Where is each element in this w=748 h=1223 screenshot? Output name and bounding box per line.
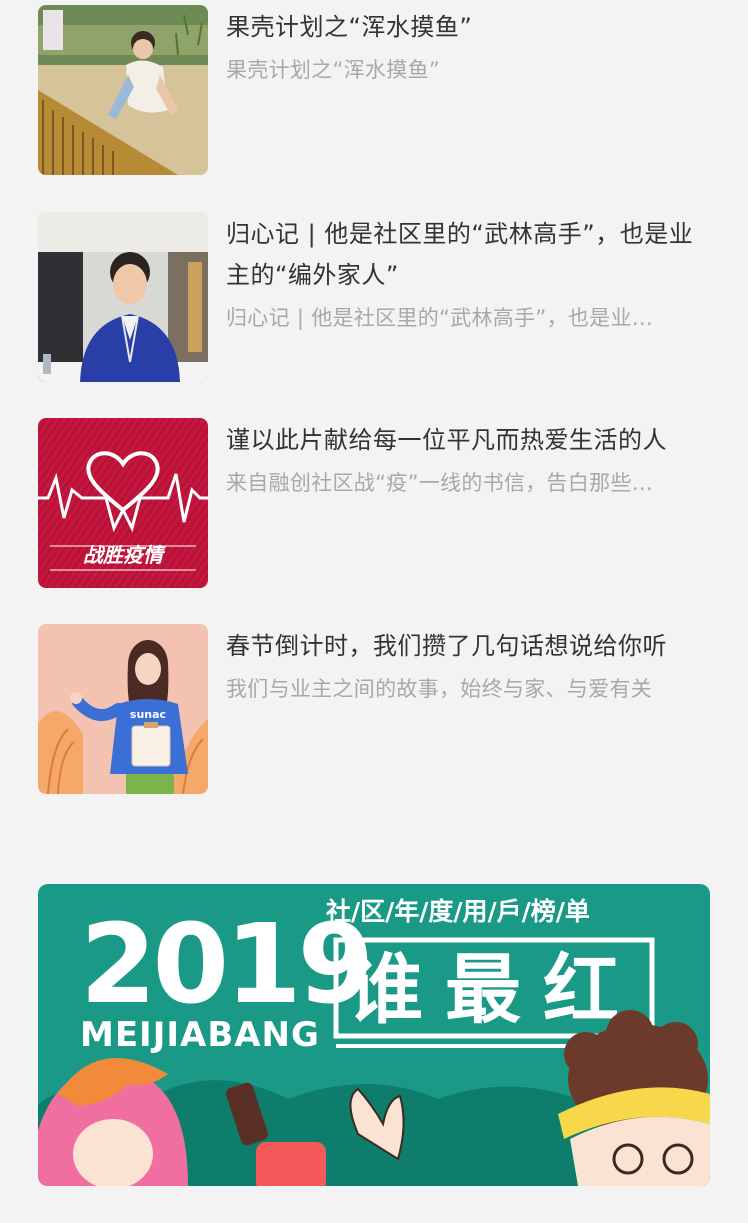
staff-photo-icon (38, 212, 208, 382)
article-list-page: 果壳计划之“浑水摸鱼” 果壳计划之“浑水摸鱼” 归心记 | 他是社区里的“武林高… (0, 0, 748, 1223)
article-thumbnail[interactable]: sunac (38, 624, 208, 794)
rice-field-photo-icon (38, 5, 208, 175)
article-item[interactable]: sunac 春节倒计时，我们攒了几句话想说给你听 我们与业主之间的故事，始终与家… (38, 624, 710, 794)
article-title[interactable]: 春节倒计时，我们攒了几句话想说给你听 (226, 626, 710, 667)
thumbnail-caption: 战胜疫情 (83, 543, 166, 567)
article-item[interactable]: 果壳计划之“浑水摸鱼” 果壳计划之“浑水摸鱼” (38, 5, 710, 175)
heartbeat-heart-icon: 战胜疫情 (38, 418, 208, 588)
woman-illustration-icon: sunac (38, 624, 208, 794)
article-item[interactable]: 战胜疫情 谨以此片献给每一位平凡而热爱生活的人 来自融创社区战“疫”一线的书信，… (38, 418, 710, 588)
article-thumbnail[interactable] (38, 212, 208, 382)
thumbnail-caption: sunac (130, 708, 166, 721)
article-summary: 果壳计划之“浑水摸鱼” (226, 58, 441, 82)
article-title[interactable]: 谨以此片献给每一位平凡而热爱生活的人 (226, 420, 710, 461)
article-summary: 来自融创社区战“疫”一线的书信，告白那些… (226, 471, 654, 495)
article-title[interactable]: 归心记 | 他是社区里的“武林高手”，也是业主的“编外家人” (226, 214, 710, 296)
banner-illustration: 2019 MEIJIABANG 社/区/年/度/用/戶/榜/单 谁最红 (38, 884, 710, 1186)
ranking-banner[interactable]: 2019 MEIJIABANG 社/区/年/度/用/戶/榜/单 谁最红 (38, 884, 710, 1186)
article-item[interactable]: 归心记 | 他是社区里的“武林高手”，也是业主的“编外家人” 归心记 | 他是社… (38, 212, 710, 382)
article-title[interactable]: 果壳计划之“浑水摸鱼” (226, 7, 710, 48)
article-summary: 归心记 | 他是社区里的“武林高手”，也是业… (226, 306, 654, 330)
banner-headline: 谁最红 (347, 945, 641, 1034)
banner-subtitle: 社/区/年/度/用/戶/榜/单 (326, 897, 590, 926)
article-thumbnail[interactable]: 战胜疫情 (38, 418, 208, 588)
article-summary: 我们与业主之间的故事，始终与家、与爱有关 (226, 677, 652, 701)
banner-brand: MEIJIABANG (80, 1015, 320, 1055)
article-thumbnail[interactable] (38, 5, 208, 175)
